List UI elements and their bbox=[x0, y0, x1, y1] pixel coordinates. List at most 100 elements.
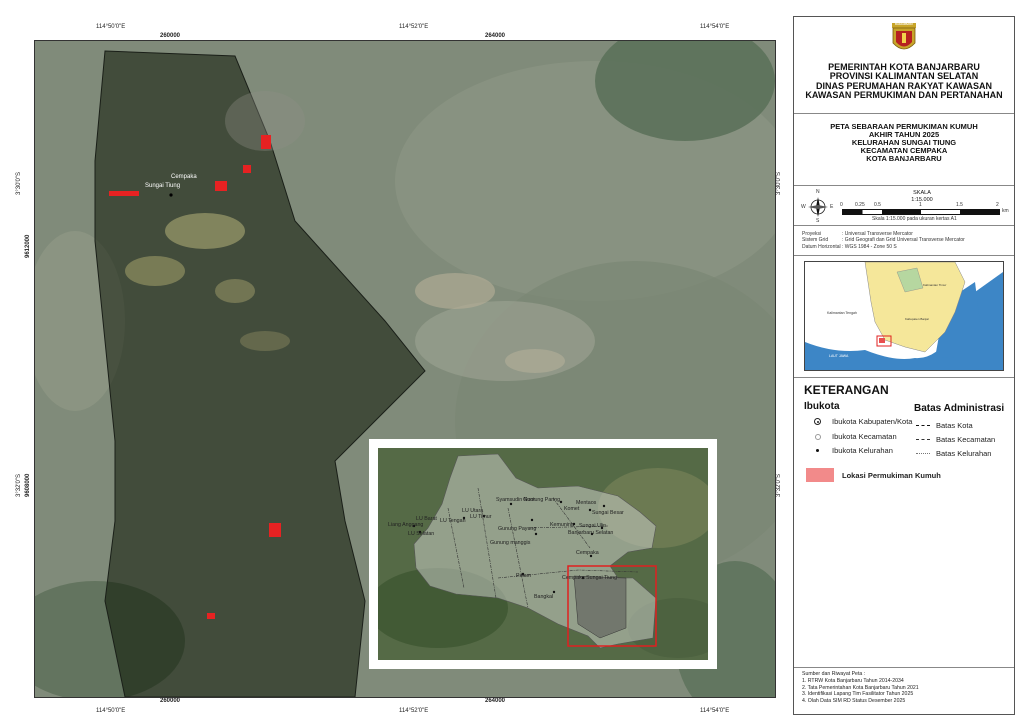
scale-bar bbox=[842, 209, 1000, 215]
source-item: 4. Olah Data SIM RD Status Desember 2025 bbox=[802, 698, 906, 704]
inset-label-palam: Palam bbox=[516, 573, 532, 579]
south-label: S bbox=[816, 218, 820, 224]
east-label: E bbox=[830, 204, 834, 210]
legend-title: KETERANGAN bbox=[804, 383, 889, 397]
right-lat-label: 3°32'0"S bbox=[776, 473, 782, 497]
locator-label-kab: Kabupaten Banjar bbox=[905, 317, 929, 321]
left-lat-label: 3°32'0"S bbox=[16, 473, 22, 497]
bottom-lon-label: 114°52'0"E bbox=[399, 708, 429, 714]
batas-item: Batas Kota bbox=[936, 421, 973, 430]
inset-label-lu-tengah: LU Tengah bbox=[440, 518, 466, 524]
source-item: 1. RTRW Kota Banjarbaru Tahun 2014-2034 bbox=[802, 677, 904, 684]
logo-text: BANJARBARU bbox=[895, 23, 913, 26]
left-northing-label: 9612000 bbox=[25, 234, 31, 258]
map-title-line-5: KOTA BANJARBARU bbox=[866, 153, 942, 163]
ibukota-kab-symbol bbox=[814, 418, 821, 425]
kelurahan-capital-marker bbox=[169, 193, 173, 197]
top-easting-label: 260000 bbox=[160, 33, 181, 39]
inset-label-sungai-ulin: Sungai Ulin bbox=[579, 523, 606, 529]
slum-area-5[interactable] bbox=[269, 523, 281, 537]
scale-tick: 0.5 bbox=[874, 202, 881, 208]
city-logo: BANJARBARU bbox=[891, 23, 917, 55]
north-arrow: N W E S bbox=[801, 189, 834, 224]
map-legend-panel: BANJARBARU PEMERINTAH KOTA BANJARBARU PR… bbox=[793, 16, 1015, 715]
agency-line-4: KAWASAN PERMUKIMAN DAN PERTANAHAN bbox=[805, 90, 1003, 101]
batas-item: Batas Kelurahan bbox=[936, 449, 992, 458]
inset-label-guntung-paring: Guntung Paring bbox=[523, 497, 560, 503]
inset-label-gunung-manggis: Gunung manggis bbox=[490, 540, 531, 546]
inset-label-cempaka-sungai-tiung: Cempaka Sungai Tiung bbox=[562, 575, 617, 581]
inset-label-liang-anggang: Liang Anggang bbox=[388, 522, 423, 528]
kumuh-symbol bbox=[806, 468, 834, 482]
scale-note: Skala 1:15.000 pada ukuran kertas A1 bbox=[872, 216, 957, 222]
source-item: 3. Identifikasi Lapang Tim Fasilitator T… bbox=[802, 691, 914, 698]
north-label: N bbox=[816, 189, 820, 195]
scale-unit: km bbox=[1002, 208, 1009, 214]
bottom-easting-label: 264000 bbox=[485, 698, 506, 704]
slum-area-6[interactable] bbox=[207, 613, 215, 619]
top-lon-label: 114°52'0"E bbox=[399, 24, 429, 30]
right-lat-label: 3°30'0"S bbox=[776, 171, 782, 195]
inset-map-image: Syamsudin Noor LU Utara LU Timur LU Bara… bbox=[378, 448, 708, 660]
batas-kel-symbol bbox=[916, 453, 930, 454]
inset-label-gunung-payung: Gunung Payung bbox=[498, 526, 536, 532]
inset-label-bangkal: Bangkal bbox=[534, 594, 553, 600]
west-label: W bbox=[801, 204, 806, 210]
map-label-sungai-tiung: Sungai Tiung bbox=[145, 183, 180, 189]
slum-area-3[interactable] bbox=[215, 181, 227, 191]
ibukota-item: Ibukota Kecamatan bbox=[832, 432, 897, 441]
scale-tick: 1 bbox=[919, 202, 922, 208]
map-title-block: PETA SEBARAAN PERMUKIMAN KUMUH AKHIR TAH… bbox=[794, 113, 1014, 186]
batas-item: Batas Kecamatan bbox=[936, 435, 996, 444]
scale-tick: 2 bbox=[996, 202, 999, 208]
bottom-lon-label: 114°54'0"E bbox=[700, 708, 730, 714]
bottom-lon-label: 114°50'0"E bbox=[96, 708, 126, 714]
locator-label-sea: LAUT JAWA bbox=[829, 354, 849, 358]
batas-kec-symbol bbox=[916, 439, 930, 440]
kumuh-label: Lokasi Permukiman Kumuh bbox=[842, 471, 941, 480]
top-easting-label: 264000 bbox=[485, 33, 506, 39]
left-northing-label: 9608000 bbox=[25, 473, 31, 497]
scale-block: N W E S SKALA 1:15.000 0 0.25 0.5 1 1.5 … bbox=[794, 185, 1014, 226]
ibukota-item: Ibukota Kabupaten/Kota bbox=[832, 417, 913, 426]
left-lat-label: 3°30'0"S bbox=[16, 171, 22, 195]
inset-label-lu-timur: LU Timur bbox=[470, 514, 492, 520]
ibukota-kel-symbol bbox=[816, 449, 819, 452]
projection-block: Proyeksi: Universal Transverse Mercator … bbox=[794, 225, 1014, 256]
map-label-cempaka: Cempaka bbox=[171, 174, 197, 180]
source-item: 2. Tata Pemerintahan Kota Banjarbaru Tah… bbox=[802, 684, 919, 691]
inset-label-sungai-besar: Sungai Besar bbox=[592, 510, 624, 516]
batas-kota-symbol bbox=[916, 425, 930, 426]
sources-title: Sumber dan Riwayat Peta : bbox=[802, 671, 866, 677]
proj-value: : WGS 1984 - Zone 50 S bbox=[842, 243, 897, 250]
scale-tick: 0 bbox=[840, 202, 843, 208]
sources-block: Sumber dan Riwayat Peta : 1. RTRW Kota B… bbox=[802, 671, 919, 705]
legend-block: KETERANGAN Ibukota Batas Administrasi Ib… bbox=[794, 377, 1014, 668]
proj-value: : Grid Geografi dan Grid Universal Trans… bbox=[842, 237, 965, 244]
inset-label-lu-selatan: LU Selatan bbox=[408, 531, 434, 537]
locator-label-kaltim: Kalimantan Timur bbox=[923, 283, 946, 287]
locator-map[interactable]: Kalimantan Tengah Kalimantan Timur Kabup… bbox=[804, 261, 1004, 371]
slum-area-2[interactable] bbox=[243, 165, 251, 173]
ibukota-title: Ibukota bbox=[804, 401, 840, 412]
slum-area-1[interactable] bbox=[261, 135, 271, 149]
overview-inset[interactable]: Syamsudin Noor LU Utara LU Timur LU Bara… bbox=[369, 439, 717, 669]
top-lon-label: 114°50'0"E bbox=[96, 24, 126, 30]
scale-label: SKALA bbox=[913, 190, 931, 196]
ibukota-item: Ibukota Kelurahan bbox=[832, 446, 893, 455]
bottom-easting-label: 260000 bbox=[160, 698, 181, 704]
inset-label-cempaka: Cempaka bbox=[576, 550, 599, 556]
batas-title: Batas Administrasi bbox=[914, 403, 1005, 414]
locator-block: Kalimantan Tengah Kalimantan Timur Kabup… bbox=[794, 255, 1014, 378]
inset-label-kemuning: Kemuning bbox=[550, 522, 574, 528]
ibukota-kec-symbol bbox=[815, 434, 821, 440]
main-map[interactable]: Cempaka Sungai Tiung Syamsudin Noor LU U… bbox=[34, 40, 776, 698]
slum-area-4[interactable] bbox=[109, 191, 139, 196]
inset-label-banjarbaru-selatan: Banjarbaru Selatan bbox=[568, 530, 613, 536]
inset-label-komet: Komet bbox=[564, 506, 580, 512]
top-lon-label: 114°54'0"E bbox=[700, 24, 730, 30]
scale-tick: 1.5 bbox=[956, 202, 963, 208]
scale-tick: 0.25 bbox=[855, 202, 865, 208]
proj-key: Datum Horizontal bbox=[802, 243, 841, 250]
locator-label-kalteng: Kalimantan Tengah bbox=[827, 311, 857, 315]
